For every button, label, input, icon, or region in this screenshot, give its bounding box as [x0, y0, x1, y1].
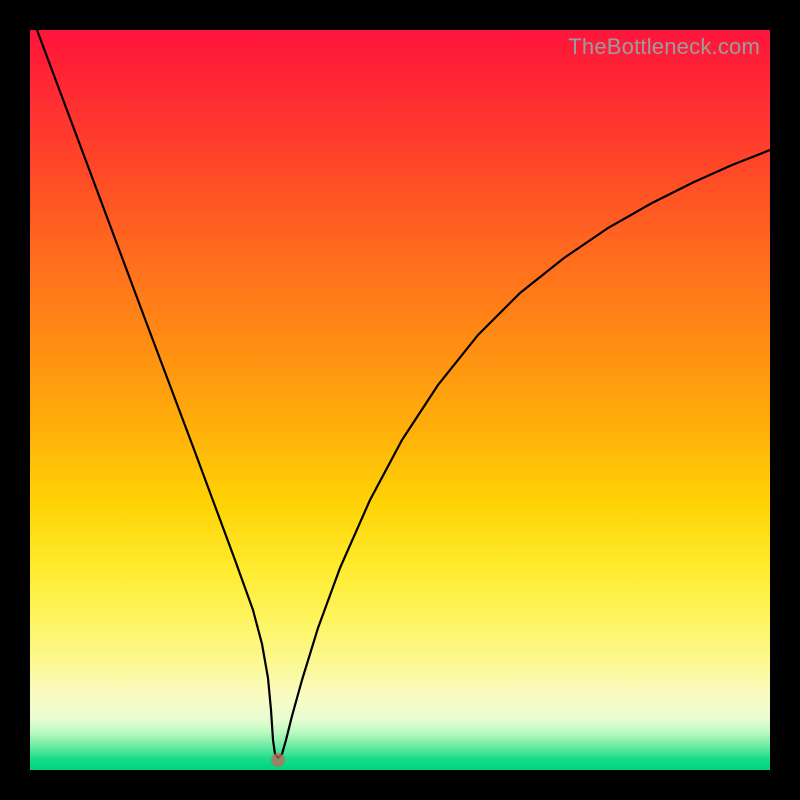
plot-area: TheBottleneck.com: [30, 30, 770, 770]
chart-frame: TheBottleneck.com: [0, 0, 800, 800]
bottleneck-curve: [30, 30, 770, 770]
minimum-dot: [271, 753, 285, 767]
curve-path: [37, 30, 770, 758]
